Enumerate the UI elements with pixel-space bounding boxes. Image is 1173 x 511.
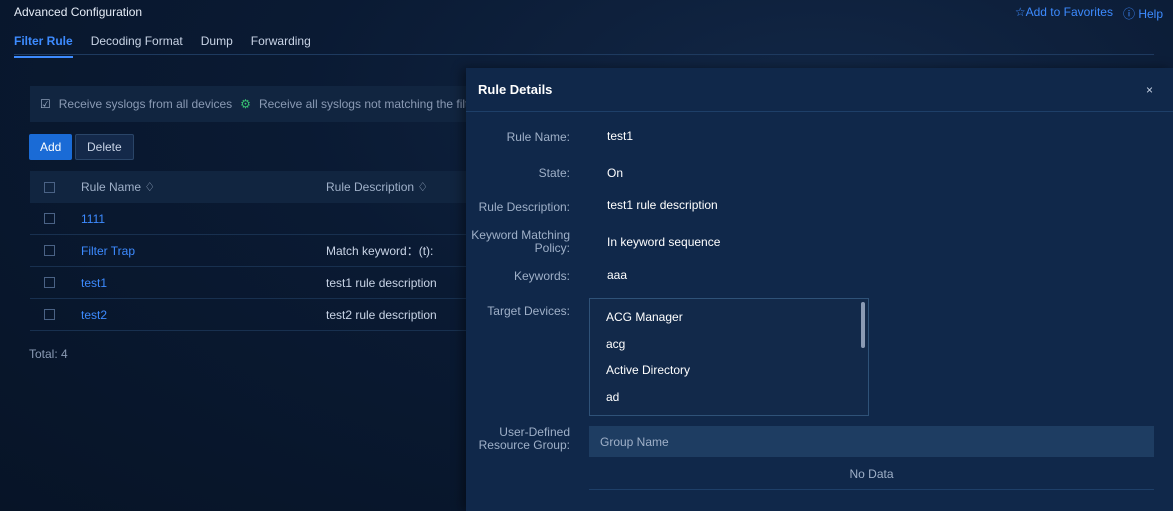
keywords-value: aaa	[607, 268, 628, 282]
rule-name-value: test1	[607, 129, 634, 143]
device-list-scrollbar[interactable]	[861, 302, 865, 348]
keyword-policy-label: Keyword Matching Policy:	[471, 228, 570, 255]
rule-name-link[interactable]: Filter Trap	[81, 244, 326, 258]
top-links: ☆Add to Favorites ⓘ Help	[1015, 5, 1163, 22]
rule-description-label: Rule Description:	[478, 200, 570, 214]
tab-divider	[14, 54, 1154, 55]
rule-name-link[interactable]: test2	[81, 308, 326, 322]
filter-mode-bar: ☑ Receive syslogs from all devices ⚙ Rec…	[30, 86, 470, 122]
row-checkbox[interactable]	[44, 277, 55, 288]
rule-name-link[interactable]: 1111	[81, 212, 326, 226]
table-row: test2 test2 rule description	[30, 299, 470, 331]
delete-button[interactable]: Delete	[75, 134, 134, 160]
rule-name-link[interactable]: test1	[81, 276, 326, 290]
device-item: ACG Manager	[606, 310, 683, 325]
total-count: Total: 4	[29, 347, 68, 361]
row-checkbox[interactable]	[44, 245, 55, 256]
device-item: Active Directory	[606, 363, 691, 378]
table-row: 1111	[30, 203, 470, 235]
row-checkbox[interactable]	[44, 213, 55, 224]
rule-description-value: test1 rule description	[607, 198, 718, 212]
rule-name-label: Rule Name:	[506, 130, 570, 144]
column-rule-name[interactable]: Rule Name ♢	[81, 180, 326, 194]
table-header: Rule Name ♢ Rule Description ♢	[30, 171, 470, 203]
state-label: State:	[538, 166, 570, 180]
select-all-checkbox[interactable]	[44, 181, 55, 193]
rule-description: Match keyword：(t):	[326, 244, 434, 258]
receive-all-option[interactable]: Receive syslogs from all devices	[59, 97, 232, 111]
group-empty-state: No Data	[589, 458, 1154, 490]
add-to-favorites-link[interactable]: ☆Add to Favorites	[1015, 5, 1113, 22]
top-bar: Advanced Configuration ☆Add to Favorites…	[0, 0, 1173, 26]
add-button[interactable]: Add	[29, 134, 73, 160]
receive-unmatched-option[interactable]: Receive all syslogs not matching the fil…	[259, 97, 470, 111]
column-rule-description[interactable]: Rule Description ♢	[326, 180, 470, 194]
page-title: Advanced Configuration	[14, 5, 143, 19]
close-icon[interactable]: ×	[1146, 83, 1153, 97]
keyword-policy-value: In keyword sequence	[607, 235, 721, 249]
device-item: ad	[606, 389, 620, 404]
table-row: Filter Trap Match keyword：(t):	[30, 235, 470, 267]
device-item: acg	[606, 336, 626, 351]
resource-group-label: User-Defined Resource Group:	[478, 425, 570, 452]
target-devices-label: Target Devices:	[487, 304, 570, 318]
drawer-title: Rule Details	[478, 82, 553, 97]
rule-description: test1 rule description	[326, 275, 437, 290]
rule-details-drawer: Rule Details × Rule Name: test1 State: O…	[466, 68, 1173, 511]
rule-description: test2 rule description	[326, 307, 437, 322]
group-name-header: Group Name	[589, 426, 1154, 457]
target-devices-list[interactable]: ACG Manager acg Active Directory ad	[589, 298, 869, 416]
state-value: On	[607, 166, 624, 180]
table-row: test1 test1 rule description	[30, 267, 470, 299]
rules-table: Rule Name ♢ Rule Description ♢ 1111 Filt…	[30, 171, 470, 331]
row-checkbox[interactable]	[44, 309, 55, 320]
drawer-header: Rule Details	[466, 68, 1173, 112]
filter-icon: ⚙	[240, 97, 251, 111]
checkbox-list-icon: ☑	[40, 97, 51, 111]
help-link[interactable]: ⓘ Help	[1123, 5, 1163, 22]
keywords-label: Keywords:	[513, 269, 570, 283]
